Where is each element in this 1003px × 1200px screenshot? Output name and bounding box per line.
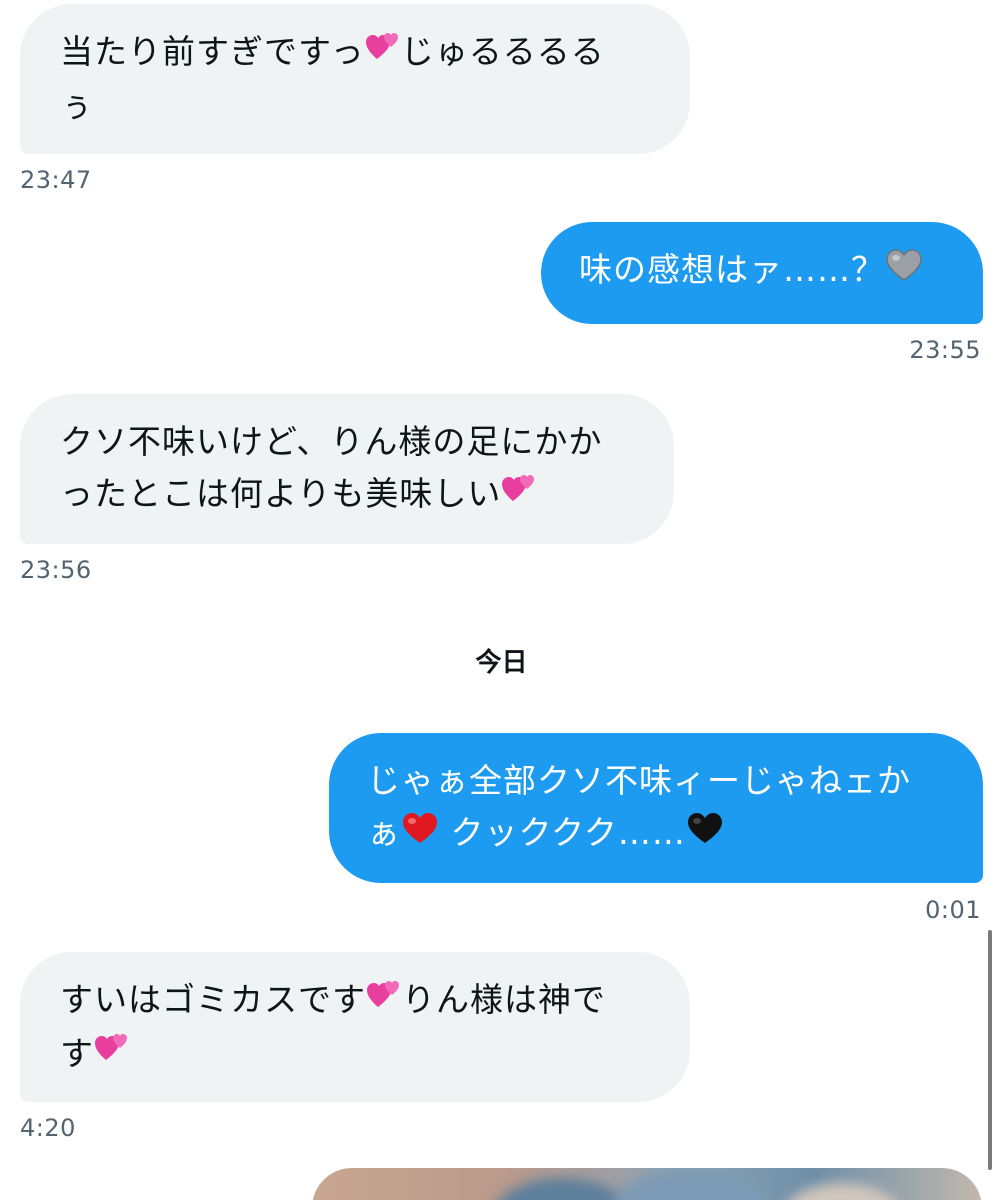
pink-hearts-emoji <box>365 28 401 80</box>
message-line: ったとこは何よりも美味しい <box>60 468 634 522</box>
dm-conversation: 当たり前すぎですっ じゅるるるる ぅ 23:47 味の感想はァ……？ 23:55 … <box>0 0 1003 1200</box>
incoming-message-bubble[interactable]: 当たり前すぎですっ じゅるるるる ぅ <box>20 4 690 154</box>
message-line: じゃぁ全部クソ不味ィーじゃねェか <box>367 761 911 800</box>
black-heart-emoji <box>686 809 724 861</box>
pink-hearts-emoji <box>366 976 402 1028</box>
grey-heart-emoji <box>885 246 923 298</box>
message-line: ぁ クッククク…… <box>367 807 945 861</box>
message-timestamp: 23:55 <box>909 336 981 364</box>
message-line: すいはゴミカスです りん様は神で <box>60 974 650 1028</box>
message-line: ぅ <box>60 85 94 125</box>
message-line: 味の感想はァ……？ <box>579 244 945 298</box>
red-heart-emoji <box>401 809 439 861</box>
message-timestamp: 4:20 <box>20 1114 76 1142</box>
outgoing-message-bubble[interactable]: じゃぁ全部クソ不味ィーじゃねェか ぁ クッククク…… <box>329 733 983 883</box>
scrollbar-thumb[interactable] <box>988 930 992 1170</box>
incoming-message-bubble[interactable]: すいはゴミカスです りん様は神で す <box>20 952 690 1102</box>
pink-hearts-emoji <box>94 1029 130 1081</box>
message-line: クソ不味いけど、りん様の足にかか <box>60 422 603 461</box>
message-timestamp: 23:56 <box>20 556 92 584</box>
message-line: 当たり前すぎですっ じゅるるるる <box>60 26 650 80</box>
outgoing-message-bubble[interactable]: 味の感想はァ……？ <box>541 222 983 324</box>
pink-hearts-emoji <box>501 470 537 522</box>
incoming-message-bubble[interactable]: クソ不味いけど、りん様の足にかか ったとこは何よりも美味しい <box>20 394 674 544</box>
message-timestamp: 23:47 <box>20 166 92 194</box>
message-line: す <box>60 1028 650 1082</box>
message-timestamp: 0:01 <box>925 896 981 924</box>
image-message-preview[interactable] <box>312 1168 982 1200</box>
day-separator: 今日 <box>475 648 528 678</box>
